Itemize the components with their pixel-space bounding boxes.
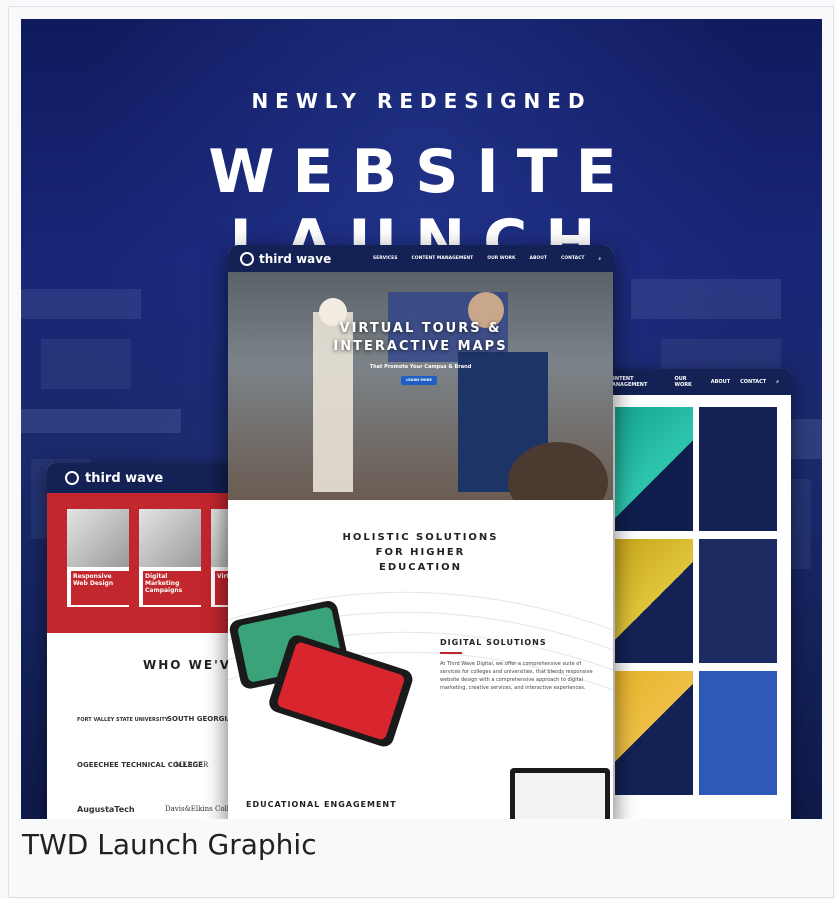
service-tile: Responsive Web Design [67,509,129,607]
educational-engagement-title: EDUCATIONAL ENGAGEMENT [246,800,397,809]
nav-link: SERVICES [372,255,398,261]
search-icon: ⌕ [598,256,601,262]
hero-title: VIRTUAL TOURS & INTERACTIVE MAPS [333,321,508,354]
logo-icon [240,251,254,266]
service-tile: Digital Marketing Campaigns [139,509,201,607]
center-device-mockup: third wave SERVICES CONTENT MANAGEMENT O… [228,245,613,819]
hero-image: VIRTUAL TOURS & INTERACTIVE MAPS That Pr… [228,272,613,500]
nav-link: ABOUT [529,255,547,261]
who-title: WHO WE'VE [143,658,242,672]
launch-graphic[interactable]: NEWLY REDESIGNED WEBSITE LAUNCH third wa… [21,19,822,819]
portfolio-card [615,539,693,663]
portfolio-card [699,671,777,795]
center-logo: third wave [240,251,331,266]
portfolio-card [699,539,777,663]
portfolio-card [615,407,693,531]
center-menu: SERVICES CONTENT MANAGEMENT OUR WORK ABO… [373,256,601,262]
image-caption: TWD Launch Graphic [22,828,317,861]
right-device-mockup: CONTENT MANAGEMENT OUR WORK ABOUT CONTAC… [607,369,791,819]
center-nav: third wave SERVICES CONTENT MANAGEMENT O… [228,245,613,272]
client-logo: FORT VALLEY STATE UNIVERSITY [77,717,169,723]
client-logo: MERCER [175,761,209,769]
learn-more-button: LEARN MORE [401,376,437,385]
hero-photo-shapes [313,292,608,500]
digital-solutions-body: At Third Wave Digital, we offer a compre… [440,661,593,691]
eyebrow-text: NEWLY REDESIGNED [251,89,592,113]
holistic-title: HOLISTIC SOLUTIONS FOR HIGHER EDUCATION [342,532,499,573]
center-body: HOLISTIC SOLUTIONS FOR HIGHER EDUCATION … [228,500,613,819]
logo-icon [65,471,79,485]
right-nav: CONTENT MANAGEMENT OUR WORK ABOUT CONTAC… [607,369,791,395]
nav-link: OUR WORK [487,255,516,261]
hero-subtitle: That Promote Your Campus & Brand [369,364,472,370]
digital-solutions-title: DIGITAL SOLUTIONS [440,638,547,647]
nav-link: CONTACT [560,255,585,261]
client-logo: AugustaTech [77,805,135,814]
left-logo: third wave [85,470,164,486]
portfolio-card [699,407,777,531]
search-icon: ⌕ [776,379,779,385]
divider [440,652,462,654]
portfolio-card [615,671,693,795]
nav-link: CONTENT MANAGEMENT [411,255,474,261]
